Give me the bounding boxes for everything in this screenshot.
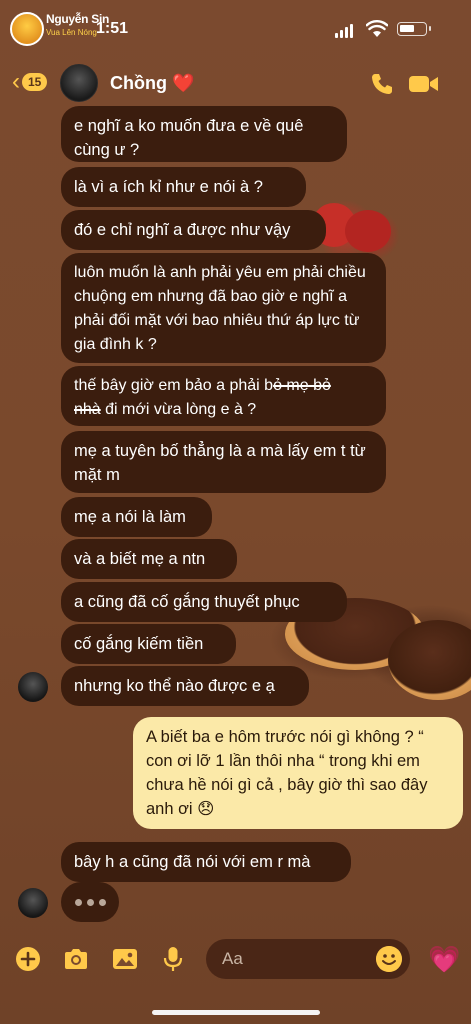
- message-bubble[interactable]: mẹ a nói là làm: [61, 497, 212, 537]
- message-input-placeholder: Aa: [222, 949, 243, 968]
- message-bubble[interactable]: mẹ a tuyên bố thẳng là a mà lấy em t từ …: [61, 431, 386, 493]
- watermark-subtitle: Vua Lên Nóng: [46, 28, 97, 37]
- message-input[interactable]: Aa: [206, 939, 410, 979]
- status-bar: Nguyễn Sin Vua Lên Nóng 1:51: [0, 0, 471, 56]
- message-bubble[interactable]: và a biết mẹ a ntn: [61, 539, 237, 579]
- camera-icon[interactable]: [62, 945, 90, 973]
- status-time: 1:51: [96, 20, 129, 37]
- emoji-icon[interactable]: [376, 946, 402, 972]
- message-bubble[interactable]: nhưng ko thể nào được e ạ: [61, 666, 309, 706]
- signal-icon: [335, 24, 353, 38]
- phone-icon[interactable]: [370, 72, 394, 96]
- wifi-icon: [366, 20, 388, 37]
- contact-name[interactable]: Chồng ❤️: [110, 73, 194, 94]
- contact-avatar[interactable]: [60, 64, 98, 102]
- message-bubble[interactable]: luôn muốn là anh phải yêu em phải chiều …: [61, 253, 386, 363]
- message-bubble[interactable]: thế bây giờ em bảo a phải bỏ mẹ bỏ nhà đi…: [61, 366, 386, 426]
- battery-icon: [397, 22, 431, 36]
- cherry-decoration: [345, 210, 391, 252]
- message-bubble[interactable]: đó e chỉ nghĩ a được như vậy: [61, 210, 326, 250]
- message-bubble-outgoing[interactable]: A biết ba e hôm trước nói gì không ? “ c…: [133, 717, 463, 829]
- video-camera-icon[interactable]: [409, 74, 439, 94]
- microphone-icon[interactable]: [159, 945, 187, 973]
- watermark-logo: [10, 12, 44, 46]
- contact-avatar-small[interactable]: [18, 888, 48, 918]
- contact-avatar-small[interactable]: [18, 672, 48, 702]
- unread-count-badge: 15: [22, 73, 48, 91]
- image-icon[interactable]: [111, 945, 139, 973]
- home-indicator: [152, 1010, 320, 1015]
- plus-icon[interactable]: [14, 945, 42, 973]
- message-bubble[interactable]: cố gắng kiếm tiền: [61, 624, 236, 664]
- heart-icon[interactable]: 💗: [428, 945, 460, 973]
- message-bubble[interactable]: bây h a cũng đã nói với em r mà: [61, 842, 351, 882]
- message-composer: Aa 💗: [0, 935, 471, 985]
- message-bubble[interactable]: e nghĩ a ko muốn đưa e về quê cùng ư ?: [61, 106, 347, 162]
- back-button[interactable]: ‹ 15: [12, 68, 48, 95]
- chat-header: ‹ 15 Chồng ❤️: [0, 56, 471, 108]
- typing-indicator: [61, 882, 119, 922]
- message-bubble[interactable]: a cũng đã cố gắng thuyết phục: [61, 582, 347, 622]
- message-bubble[interactable]: là vì a ích kỉ như e nói à ?: [61, 167, 306, 207]
- chevron-left-icon: ‹: [12, 68, 20, 95]
